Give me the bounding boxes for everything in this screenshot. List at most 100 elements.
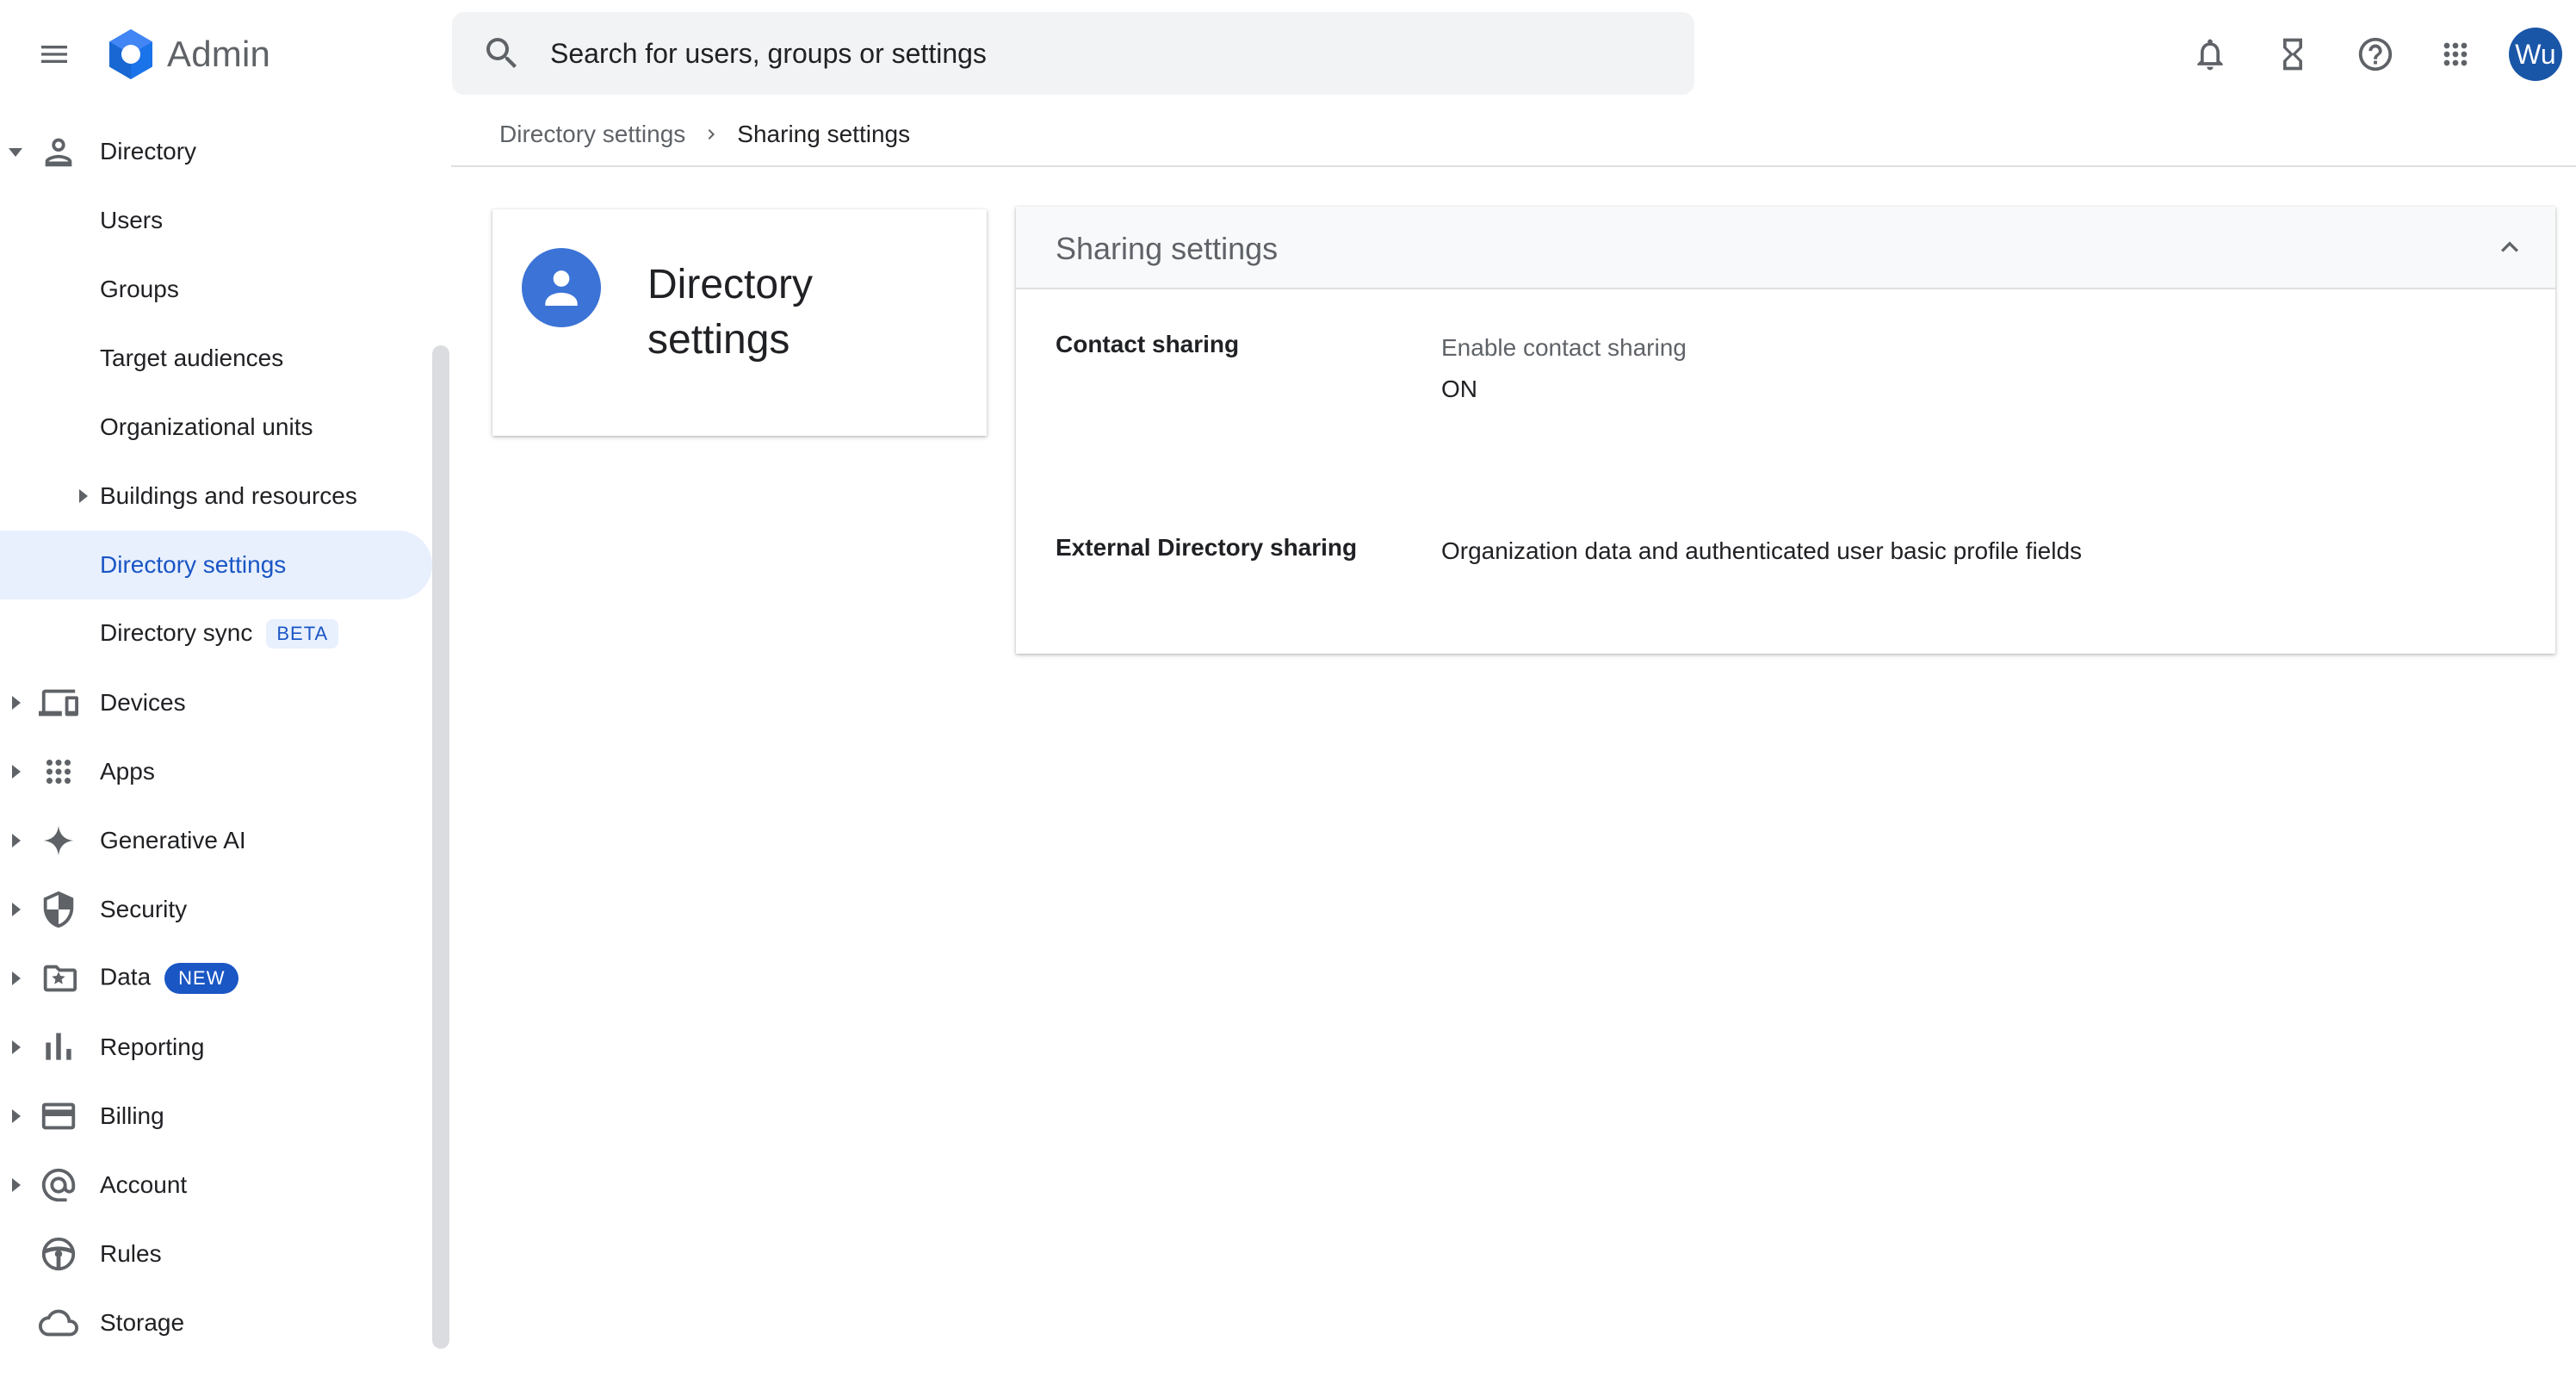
sidebar-item-label: Security xyxy=(100,896,188,922)
caret-right-icon xyxy=(7,1176,24,1194)
search-input[interactable] xyxy=(548,36,1585,71)
breadcrumb-current: Sharing settings xyxy=(737,121,911,147)
person-icon xyxy=(38,131,79,172)
sidebar-item-target-audiences[interactable]: Target audiences xyxy=(0,324,432,393)
sidebar-item-label: Directory settings xyxy=(100,551,287,578)
sidebar-item-rules[interactable]: Rules xyxy=(0,1220,432,1288)
tasks-button[interactable] xyxy=(2264,26,2321,83)
main-menu-button[interactable] xyxy=(26,26,83,83)
sidebar-item-groups[interactable]: Groups xyxy=(0,255,432,324)
caret-right-icon xyxy=(7,901,24,918)
admin-console: Admin Wu Directory xyxy=(0,0,2576,1378)
directory-sync-label: Directory sync xyxy=(100,618,253,646)
apps-grid-icon xyxy=(2443,42,2468,66)
steering-wheel-icon xyxy=(38,1233,79,1275)
chevron-right-icon xyxy=(701,124,721,145)
sidebar: Directory Users Groups Target audiences … xyxy=(0,109,449,1378)
credit-card-icon xyxy=(38,1096,79,1137)
sidebar-item-reporting[interactable]: Reporting xyxy=(0,1013,432,1082)
sidebar-item-label: Storage xyxy=(100,1309,185,1336)
tasks-hourglass-icon xyxy=(2283,38,2302,71)
page-title: Directory settings xyxy=(647,262,814,363)
caret-right-icon xyxy=(7,763,24,780)
contact-sharing-description: Enable contact sharing xyxy=(1441,334,1687,361)
sharing-settings-header[interactable]: Sharing settings xyxy=(1016,207,2555,289)
sidebar-item-buildings-and-resources[interactable]: Buildings and resources xyxy=(0,462,432,531)
sidebar-item-security[interactable]: Security xyxy=(0,875,432,944)
external-directory-sharing-value[interactable]: Organization data and authenticated user… xyxy=(1441,537,2082,565)
help-button[interactable] xyxy=(2347,26,2404,83)
caret-right-icon xyxy=(7,1039,24,1056)
shield-icon xyxy=(38,889,79,930)
devices-icon xyxy=(38,682,79,723)
header-divider xyxy=(451,165,2576,167)
contact-sharing-value[interactable]: Enable contact sharing ON xyxy=(1441,334,1687,403)
sidebar-item-directory-sync[interactable]: Directory sync BETA xyxy=(0,599,432,668)
user-avatar[interactable]: Wu xyxy=(2509,28,2562,81)
sidebar-item-storage[interactable]: Storage xyxy=(0,1288,432,1357)
breadcrumb-directory-settings[interactable]: Directory settings xyxy=(499,121,685,148)
top-bar: Admin Wu xyxy=(0,0,2576,109)
external-directory-sharing-status: Organization data and authenticated user… xyxy=(1441,537,2083,564)
sidebar-item-label: Reporting xyxy=(100,1034,205,1060)
contact-sharing-label[interactable]: Contact sharing xyxy=(1056,331,1239,358)
sidebar-item-directory[interactable]: Directory xyxy=(0,117,432,186)
notifications-button[interactable] xyxy=(2182,26,2239,83)
sidebar-item-label: Generative AI xyxy=(100,827,246,853)
hamburger-menu-icon xyxy=(41,46,67,63)
sharing-settings-card: Sharing settings Contact sharing Enable … xyxy=(1016,207,2555,654)
sidebar-item-apps[interactable]: Apps xyxy=(0,737,432,806)
beta-badge: BETA xyxy=(266,619,339,649)
sidebar-item-organizational-units[interactable]: Organizational units xyxy=(0,393,432,462)
sidebar-item-billing[interactable]: Billing xyxy=(0,1082,432,1151)
folder-star-icon xyxy=(38,958,79,999)
breadcrumb: Directory settings Sharing settings xyxy=(499,121,910,148)
caret-right-icon xyxy=(74,487,91,505)
sidebar-scrollbar[interactable] xyxy=(432,345,449,1349)
search-bar[interactable] xyxy=(452,12,1694,95)
sidebar-item-directory-settings[interactable]: Directory settings xyxy=(0,531,432,599)
caret-down-icon xyxy=(7,143,24,160)
sidebar-item-devices[interactable]: Devices xyxy=(0,668,432,737)
sidebar-item-label: Billing xyxy=(100,1102,164,1129)
bar-chart-icon xyxy=(38,1027,79,1068)
external-directory-sharing-label[interactable]: External Directory sharing xyxy=(1056,534,1357,562)
search-icon xyxy=(486,38,517,68)
admin-logo-icon xyxy=(109,29,152,79)
caret-right-icon xyxy=(7,832,24,849)
sidebar-item-account[interactable]: Account xyxy=(0,1151,432,1220)
apps-icon xyxy=(38,751,79,792)
sidebar-item-label: Directory xyxy=(100,138,197,164)
sidebar-item-label: Organizational units xyxy=(100,413,313,440)
cloud-icon xyxy=(38,1302,79,1344)
collapse-button[interactable] xyxy=(2488,226,2531,269)
new-badge: NEW xyxy=(164,963,239,994)
caret-right-icon xyxy=(7,1108,24,1125)
sidebar-item-label: Data NEW xyxy=(100,963,239,994)
help-icon xyxy=(2358,37,2393,71)
caret-right-icon xyxy=(7,694,24,711)
app-title: Admin xyxy=(167,34,271,74)
sidebar-item-label: Users xyxy=(100,207,164,233)
notifications-icon xyxy=(2197,39,2223,71)
chevron-up-icon xyxy=(2501,241,2518,252)
person-icon xyxy=(522,248,601,327)
contact-sharing-status: ON xyxy=(1441,376,1477,402)
sidebar-item-label: Buildings and resources xyxy=(100,482,357,509)
directory-settings-card: Directory settings xyxy=(492,209,987,436)
sidebar-item-label: Directory sync BETA xyxy=(100,618,339,649)
sidebar-item-label: Devices xyxy=(100,689,186,716)
sidebar-item-label: Target audiences xyxy=(100,344,284,371)
at-sign-icon xyxy=(38,1164,79,1206)
sidebar-item-label: Apps xyxy=(100,758,155,785)
sidebar-item-users[interactable]: Users xyxy=(0,186,432,255)
sidebar-item-label: Account xyxy=(100,1171,188,1198)
section-title: Sharing settings xyxy=(1056,231,1279,266)
sparkle-icon xyxy=(38,820,79,861)
sidebar-item-label: Groups xyxy=(100,276,179,302)
admin-logo[interactable]: Admin xyxy=(103,27,270,82)
sidebar-item-generative-ai[interactable]: Generative AI xyxy=(0,806,432,875)
sidebar-item-data[interactable]: Data NEW xyxy=(0,944,432,1013)
caret-right-icon xyxy=(7,970,24,987)
apps-launcher-button[interactable] xyxy=(2427,26,2484,83)
